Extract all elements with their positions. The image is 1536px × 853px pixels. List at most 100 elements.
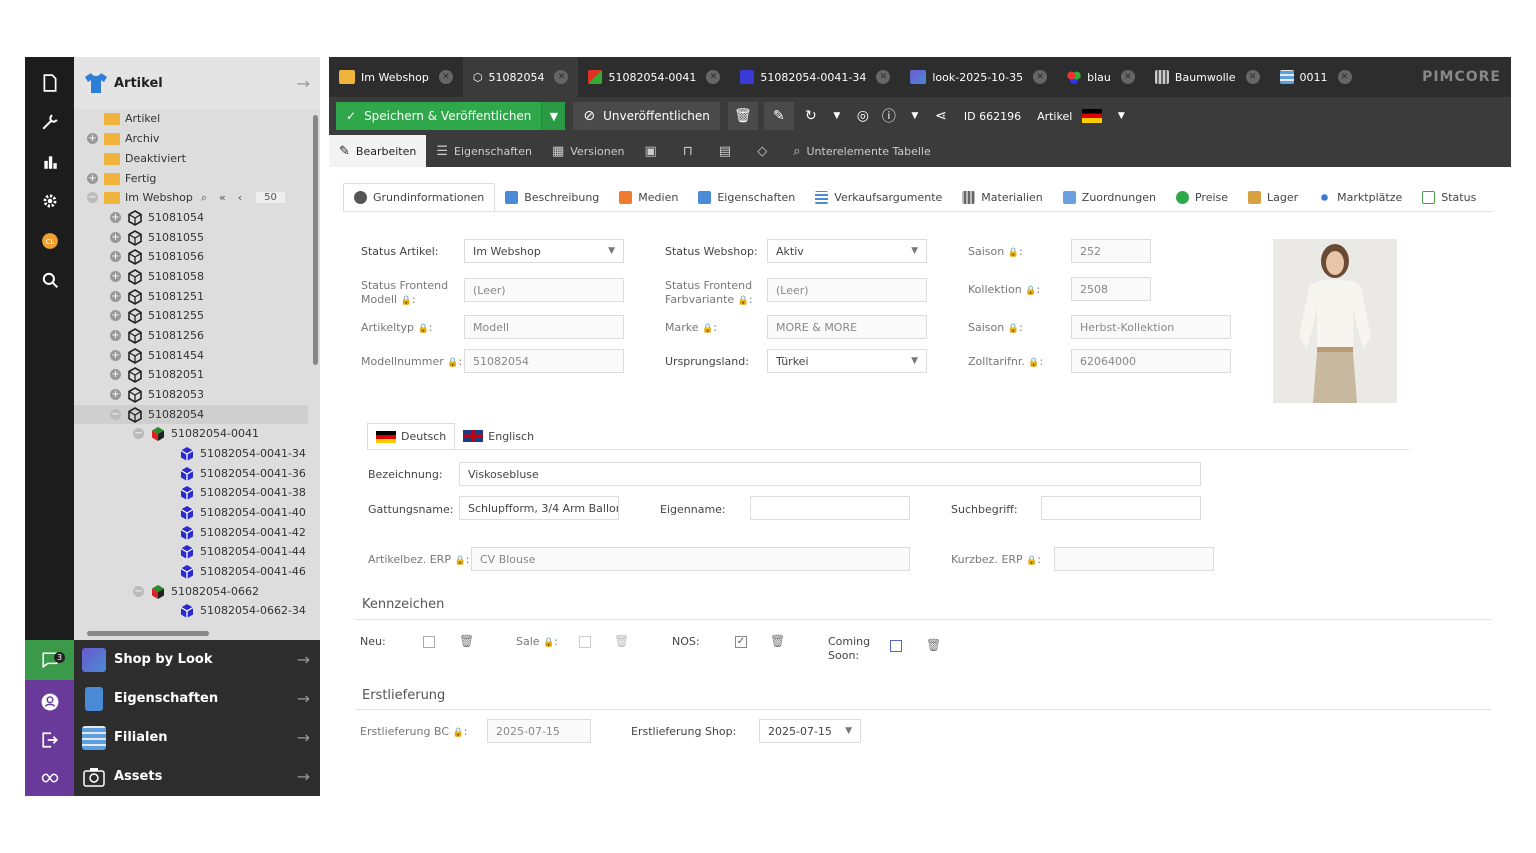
subtab-versionen[interactable]: ▦ Versionen bbox=[542, 135, 635, 167]
tab-51082054-0041-34[interactable]: 51082054-0041-34 ✕ bbox=[730, 57, 900, 97]
tree-item[interactable]: 51082054-0041-34 bbox=[179, 444, 306, 463]
tree-item[interactable]: 51082054-0041-46 bbox=[179, 562, 306, 581]
arrow-right-icon[interactable]: → bbox=[297, 74, 310, 93]
neu-checkbox[interactable] bbox=[423, 636, 435, 648]
subtab-tags[interactable]: ◇ bbox=[747, 135, 783, 167]
wrench-icon[interactable] bbox=[25, 104, 74, 140]
tab-0011[interactable]: 0011 ✕ bbox=[1270, 57, 1362, 97]
close-icon[interactable]: ✕ bbox=[554, 70, 569, 84]
reload-dropdown[interactable]: ▼ bbox=[826, 102, 848, 130]
close-icon[interactable]: ✕ bbox=[1245, 70, 1260, 84]
subtab-bearbeiten[interactable]: ✎ Bearbeiten bbox=[329, 135, 427, 167]
tab-preise[interactable]: Preise bbox=[1166, 183, 1238, 211]
panel-shop-by-look[interactable]: Shop by Look → bbox=[74, 640, 320, 679]
tab-medien[interactable]: Medien bbox=[609, 183, 688, 211]
expand-icon[interactable]: + bbox=[110, 251, 121, 262]
subtab-eigenschaften[interactable]: ☰ Eigenschaften bbox=[426, 135, 542, 167]
first-page-icon[interactable]: « bbox=[219, 191, 226, 204]
save-publish-button[interactable]: ✓ Speichern & Veröffentlichen bbox=[336, 102, 542, 130]
tab-51082054-0041[interactable]: 51082054-0041 ✕ bbox=[578, 57, 730, 97]
page-size-input[interactable]: 50 bbox=[256, 192, 285, 203]
tree-item[interactable]: + Fertig bbox=[87, 169, 156, 188]
german-flag-icon[interactable] bbox=[1082, 109, 1103, 123]
inherit-icon[interactable]: 🗑 bbox=[926, 638, 941, 652]
tree-item[interactable]: +51081454 bbox=[110, 346, 204, 365]
gattungsname-input[interactable]: Schlupfform, 3/4 Arm Ballon bbox=[459, 496, 619, 520]
tree-item[interactable]: 51082054-0041-36 bbox=[179, 464, 306, 483]
expand-icon[interactable]: + bbox=[110, 369, 121, 380]
collapse-icon[interactable]: − bbox=[133, 428, 144, 439]
tree-item[interactable]: 51082054-0662-34 bbox=[179, 601, 306, 620]
reload-button[interactable]: ↻ bbox=[800, 102, 822, 130]
panel-eigenschaften[interactable]: Eigenschaften → bbox=[74, 679, 320, 718]
prev-page-icon[interactable]: ‹ bbox=[238, 191, 242, 204]
expand-icon[interactable]: + bbox=[110, 212, 121, 223]
expand-icon[interactable]: + bbox=[87, 133, 98, 144]
tab-look[interactable]: look-2025-10-35 ✕ bbox=[900, 57, 1057, 97]
tab-grundinformationen[interactable]: Grundinformationen bbox=[343, 183, 496, 211]
tree-item[interactable]: 51082054-0041-38 bbox=[179, 483, 306, 502]
close-icon[interactable]: ✕ bbox=[706, 70, 721, 84]
search-icon[interactable]: ⌕ bbox=[201, 191, 207, 205]
tree-item[interactable]: − Im Webshop ⌕ « ‹ 50 bbox=[87, 188, 285, 207]
subtab-tasks[interactable]: ▤ bbox=[709, 135, 747, 167]
tab-verkaufsargumente[interactable]: Verkaufsargumente bbox=[805, 183, 952, 211]
inherit-icon[interactable]: 🗑 bbox=[770, 634, 785, 648]
ursprungsland-select[interactable]: Türkei ▼ bbox=[767, 349, 927, 373]
expand-icon[interactable]: + bbox=[110, 330, 121, 341]
tree-item[interactable]: +51082051 bbox=[110, 365, 204, 384]
gear-icon[interactable] bbox=[25, 183, 74, 219]
suchbegriff-input[interactable] bbox=[1041, 496, 1201, 520]
tree-item[interactable]: +51081058 bbox=[110, 267, 204, 286]
expand-icon[interactable]: + bbox=[110, 389, 121, 400]
expand-icon[interactable]: + bbox=[87, 173, 98, 184]
arrow-right-icon[interactable]: → bbox=[297, 689, 310, 708]
locate-button[interactable]: ◎ bbox=[852, 102, 874, 130]
tree-item[interactable]: +51081054 bbox=[110, 208, 204, 227]
unpublish-button[interactable]: ⊘ Unveröffentlichen bbox=[573, 102, 720, 130]
tree-item[interactable]: +51081251 bbox=[110, 287, 204, 306]
rename-button[interactable]: ✎ bbox=[763, 102, 794, 130]
close-icon[interactable]: ✕ bbox=[1337, 70, 1352, 84]
bar-chart-icon[interactable] bbox=[25, 144, 74, 180]
arrow-right-icon[interactable]: → bbox=[297, 728, 310, 747]
tree-header[interactable]: Artikel → bbox=[74, 57, 320, 109]
tree-horizontal-scrollbar[interactable] bbox=[87, 631, 209, 636]
tab-blau[interactable]: blau ✕ bbox=[1057, 57, 1145, 97]
arrow-right-icon[interactable]: → bbox=[297, 650, 310, 669]
tab-englisch[interactable]: Englisch bbox=[455, 423, 542, 449]
tree-item[interactable]: +51081056 bbox=[110, 247, 204, 266]
search-icon[interactable] bbox=[25, 262, 74, 298]
tab-zuordnungen[interactable]: Zuordnungen bbox=[1053, 183, 1166, 211]
collapse-icon[interactable]: − bbox=[87, 192, 98, 203]
subtab-schedule[interactable]: ▣ bbox=[634, 135, 672, 167]
tree-item[interactable]: 51082054-0041-40 bbox=[179, 503, 306, 522]
tab-lager[interactable]: Lager bbox=[1238, 183, 1308, 211]
tree-item[interactable]: +51081055 bbox=[110, 228, 204, 247]
product-image[interactable] bbox=[1273, 239, 1397, 403]
tab-materialien[interactable]: Materialien bbox=[952, 183, 1052, 211]
nos-checkbox[interactable]: ✓ bbox=[735, 636, 747, 648]
erstlieferung-shop-datepicker[interactable]: 2025-07-15 ▼ bbox=[759, 719, 861, 743]
tab-baumwolle[interactable]: Baumwolle ✕ bbox=[1145, 57, 1270, 97]
expand-icon[interactable]: + bbox=[110, 310, 121, 321]
tab-status[interactable]: Status bbox=[1412, 183, 1486, 211]
tab-51082054[interactable]: ⬡ 51082054 ✕ bbox=[462, 57, 579, 97]
tree-item[interactable]: 51082054-0041-42 bbox=[179, 523, 306, 542]
tab-im-webshop[interactable]: Im Webshop ✕ bbox=[329, 57, 463, 97]
tree-item[interactable]: +51081256 bbox=[110, 326, 204, 345]
collapse-icon[interactable]: − bbox=[133, 586, 144, 597]
close-icon[interactable]: ✕ bbox=[438, 70, 453, 84]
save-dropdown-button[interactable]: ▼ bbox=[541, 102, 566, 130]
tab-beschreibung[interactable]: Beschreibung bbox=[495, 183, 609, 211]
tab-deutsch[interactable]: Deutsch bbox=[367, 423, 456, 449]
coming-soon-checkbox[interactable] bbox=[890, 640, 902, 652]
info-dropdown[interactable]: ▼ bbox=[904, 102, 926, 130]
tree-item[interactable]: − 51082054-0662 bbox=[133, 582, 259, 601]
eigenname-input[interactable] bbox=[750, 496, 910, 520]
inherit-icon[interactable]: 🗑 bbox=[459, 634, 474, 648]
close-icon[interactable]: ✕ bbox=[1033, 70, 1048, 84]
bezeichnung-input[interactable]: Viskosebluse bbox=[459, 462, 1201, 486]
panel-assets[interactable]: Assets → bbox=[74, 757, 320, 796]
tree-item[interactable]: 51082054-0041-44 bbox=[179, 542, 306, 561]
